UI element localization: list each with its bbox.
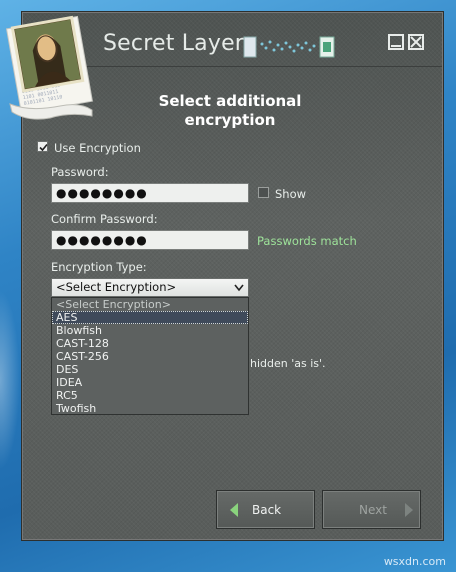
- select-value: <Select Encryption>: [56, 280, 177, 294]
- password-field[interactable]: ●●●●●●●●: [51, 183, 249, 203]
- watermark: wsxdn.com: [383, 555, 446, 568]
- decorative-dots-logo: [243, 36, 335, 58]
- heading-line-2: encryption: [184, 111, 276, 129]
- confirm-password-field[interactable]: ●●●●●●●●: [51, 230, 249, 250]
- confirm-password-label: Confirm Password:: [51, 212, 158, 226]
- desktop-glow: [0, 290, 20, 470]
- dropdown-option[interactable]: Blowfish: [52, 324, 248, 337]
- encryption-dropdown-list: <Select Encryption> AES Blowfish CAST-12…: [51, 297, 249, 415]
- partial-hint-text: hidden 'as is'.: [250, 357, 326, 370]
- password-label: Password:: [51, 165, 109, 179]
- checkmark-icon: [39, 143, 48, 152]
- use-encryption-checkbox[interactable]: [37, 141, 48, 152]
- back-label: Back: [252, 503, 282, 517]
- dropdown-option[interactable]: CAST-256: [52, 350, 248, 363]
- back-button[interactable]: Back: [216, 490, 315, 529]
- next-label: Next: [359, 503, 387, 517]
- heading-line-1: Select additional: [158, 92, 302, 110]
- dropdown-option[interactable]: AES: [52, 311, 248, 324]
- app-title: Secret Layer: [103, 31, 245, 56]
- dropdown-option[interactable]: DES: [52, 363, 248, 376]
- show-password-checkbox[interactable]: [258, 187, 269, 198]
- dropdown-option[interactable]: CAST-128: [52, 337, 248, 350]
- step-heading: Select additional encryption: [140, 92, 320, 130]
- minimize-button[interactable]: [388, 34, 404, 50]
- encryption-type-label: Encryption Type:: [51, 260, 147, 274]
- dropdown-option[interactable]: Twofish: [52, 402, 248, 414]
- close-icon: [410, 36, 422, 48]
- close-button[interactable]: [408, 34, 424, 50]
- app-logo-icon: 0101101 10110 1101 0011011 0110 1011 010: [5, 15, 93, 120]
- dropdown-option[interactable]: RC5: [52, 389, 248, 402]
- next-button[interactable]: Next: [322, 490, 421, 529]
- use-encryption-label: Use Encryption: [54, 141, 141, 155]
- dropdown-option[interactable]: IDEA: [52, 376, 248, 389]
- chevron-down-icon: [234, 284, 244, 292]
- encryption-type-select[interactable]: <Select Encryption>: [51, 278, 249, 297]
- password-match-status: Passwords match: [257, 234, 357, 248]
- show-password-label: Show: [275, 187, 307, 201]
- next-arrow-icon: [405, 503, 413, 517]
- back-arrow-icon: [230, 503, 238, 517]
- dropdown-option[interactable]: <Select Encryption>: [52, 298, 248, 311]
